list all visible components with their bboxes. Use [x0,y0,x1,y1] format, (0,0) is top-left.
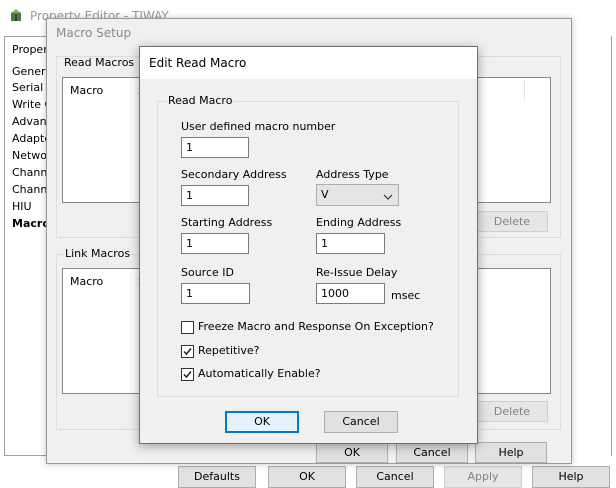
tree-item-macro[interactable]: Macro [12,217,50,230]
pe-help-button[interactable]: Help [532,466,610,488]
edit-read-macro-title: Edit Read Macro [149,56,247,70]
ms-cancel-button[interactable]: Cancel [396,442,468,463]
ms-help-button[interactable]: Help [475,442,547,463]
source-id-label: Source ID [181,266,234,279]
reissue-delay-field[interactable]: 1000 [316,283,385,304]
freeze-label[interactable]: Freeze Macro and Response On Exception? [198,320,434,333]
pe-ok-button[interactable]: OK [268,466,346,488]
address-type-label: Address Type [316,168,389,181]
checkmark-icon [183,371,192,379]
link-col-macro[interactable]: Macro [70,275,103,288]
macro-number-label: User defined macro number [181,120,336,133]
defaults-button[interactable]: Defaults [178,466,256,488]
chevron-down-icon [383,191,393,200]
repetitive-label[interactable]: Repetitive? [198,344,260,357]
read-macros-title: Read Macros [64,56,135,69]
read-col-macro[interactable]: Macro [70,84,103,97]
edit-read-macro-dialog: Edit Read Macro Read Macro User defined … [139,46,478,444]
ms-ok-button[interactable]: OK [316,442,388,463]
address-type-value: V [321,188,329,201]
reissue-unit: msec [391,289,421,302]
pe-cancel-button[interactable]: Cancel [356,466,434,488]
freeze-checkbox[interactable] [181,321,194,334]
ending-address-label: Ending Address [316,216,402,229]
ending-address-field[interactable]: 1 [316,233,385,254]
auto-enable-checkbox[interactable] [181,368,194,381]
secondary-address-label: Secondary Address [181,168,287,181]
link-delete-button[interactable]: Delete [476,401,548,422]
app-icon [9,8,23,22]
link-macros-title: Link Macros [64,247,132,260]
property-editor-frame-right [611,36,612,456]
erm-cancel-button[interactable]: Cancel [324,411,398,433]
macro-number-field[interactable]: 1 [181,137,249,158]
erm-ok-button[interactable]: OK [225,411,299,433]
secondary-address-field[interactable]: 1 [181,185,249,206]
read-col-divider [524,80,525,100]
read-delete-button[interactable]: Delete [476,211,548,232]
apply-button[interactable]: Apply [444,466,522,488]
repetitive-checkbox[interactable] [181,345,194,358]
address-type-select[interactable]: V [316,184,399,206]
edit-read-macro-titlebar: Edit Read Macro [140,47,477,79]
macro-setup-title: Macro Setup [56,26,132,40]
tree-item-hiu[interactable]: HIU [12,200,32,213]
checkmark-icon [183,348,192,356]
starting-address-label: Starting Address [181,216,273,229]
property-tree[interactable]: Propert Genera Serial C Write O Advanc A… [4,36,54,456]
starting-address-field[interactable]: 1 [181,233,249,254]
reissue-delay-label: Re-Issue Delay [316,266,398,279]
auto-enable-label[interactable]: Automatically Enable? [198,367,321,380]
read-macro-group-title: Read Macro [167,94,234,107]
source-id-field[interactable]: 1 [181,283,250,304]
